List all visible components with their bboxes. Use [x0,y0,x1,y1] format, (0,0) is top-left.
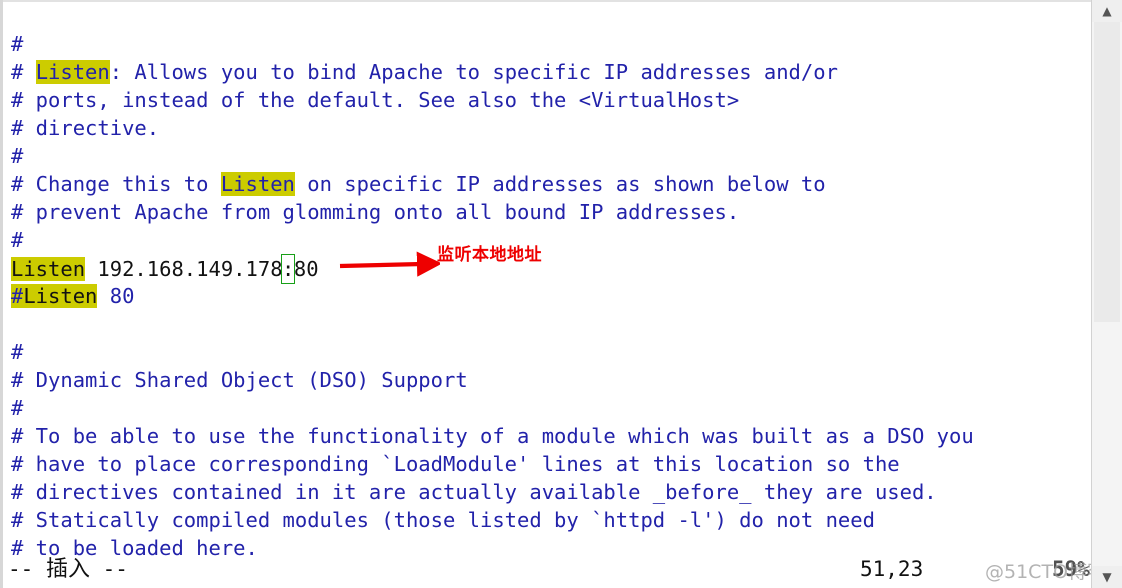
editor-line[interactable]: # have to place corresponding `LoadModul… [11,450,900,478]
status-bar-mode: -- 插入 -- [8,554,128,584]
code-text: # [11,340,24,364]
editor-line[interactable]: # [11,338,23,366]
code-text: 192.168.149.178 [85,257,283,281]
status-cursor-position: 51,23 [860,557,924,581]
code-text: 80 [293,257,319,281]
editor-line[interactable]: # To be able to use the functionality of… [11,422,974,450]
code-text: # have to place corresponding `LoadModul… [11,452,900,476]
code-text: # Change this to [11,172,221,196]
vertical-scrollbar[interactable]: ▲ ▼ [1091,0,1122,588]
status-mode-suffix: -- [89,557,128,581]
scrollbar-thumb[interactable] [1094,22,1120,322]
scrollbar-track[interactable] [1092,22,1122,566]
code-text: on specific IP addresses as shown below … [294,172,826,196]
editor-line[interactable]: # [11,226,23,254]
editor-line[interactable]: # prevent Apache from glomming onto all … [11,198,739,226]
code-text: # directive. [11,116,160,140]
chevron-down-icon[interactable]: ▼ [1092,566,1122,588]
watermark-label: @51CTO博客 [985,561,1107,583]
code-text: # [11,228,24,252]
code-text: # [11,396,24,420]
code-text: # [11,144,24,168]
highlighted-text: Listen [11,257,86,281]
editor-line[interactable]: #Listen 80 [11,282,134,310]
code-text: # Dynamic Shared Object (DSO) Support [11,368,468,392]
highlighted-text: Listen [23,284,98,308]
code-text: # [11,60,36,84]
code-text: 80 [97,284,135,308]
code-text: # [11,32,24,56]
editor-line[interactable]: # Statically compiled modules (those lis… [11,506,875,534]
status-mode-label: 插入 [45,557,90,582]
status-mode-prefix: -- [8,557,46,581]
editor-text-pane[interactable]: # # Listen: Allows you to bind Apache to … [3,2,1092,588]
code-text: # ports, instead of the default. See als… [11,88,740,112]
highlighted-text: # [11,284,24,308]
editor-line[interactable]: Listen 192.168.149.178:80 [11,254,319,284]
highlighted-text: Listen [35,60,110,84]
code-text: # directives contained in it are actuall… [11,480,937,504]
code-text: : Allows you to bind Apache to specific … [109,60,838,84]
annotation-label: 监听本地地址 [437,245,542,265]
highlighted-text: Listen [220,172,295,196]
vim-editor-window: # # Listen: Allows you to bind Apache to … [0,0,1122,588]
editor-line[interactable]: # ports, instead of the default. See als… [11,86,739,114]
editor-line[interactable]: # directives contained in it are actuall… [11,478,937,506]
code-text: # Statically compiled modules (those lis… [11,508,875,532]
code-text: # To be able to use the functionality of… [11,424,974,448]
editor-line[interactable]: # Change this to Listen on specific IP a… [11,170,826,198]
editor-line[interactable]: # Dynamic Shared Object (DSO) Support [11,366,468,394]
chevron-up-icon[interactable]: ▲ [1092,0,1122,22]
editor-line[interactable]: # [11,142,23,170]
editor-line[interactable]: # [11,30,23,58]
annotation-arrow [339,251,440,277]
editor-line[interactable]: # Listen: Allows you to bind Apache to s… [11,58,838,86]
code-text: # prevent Apache from glomming onto all … [11,200,740,224]
editor-line[interactable]: # [11,394,23,422]
editor-line[interactable]: # directive. [11,114,159,142]
